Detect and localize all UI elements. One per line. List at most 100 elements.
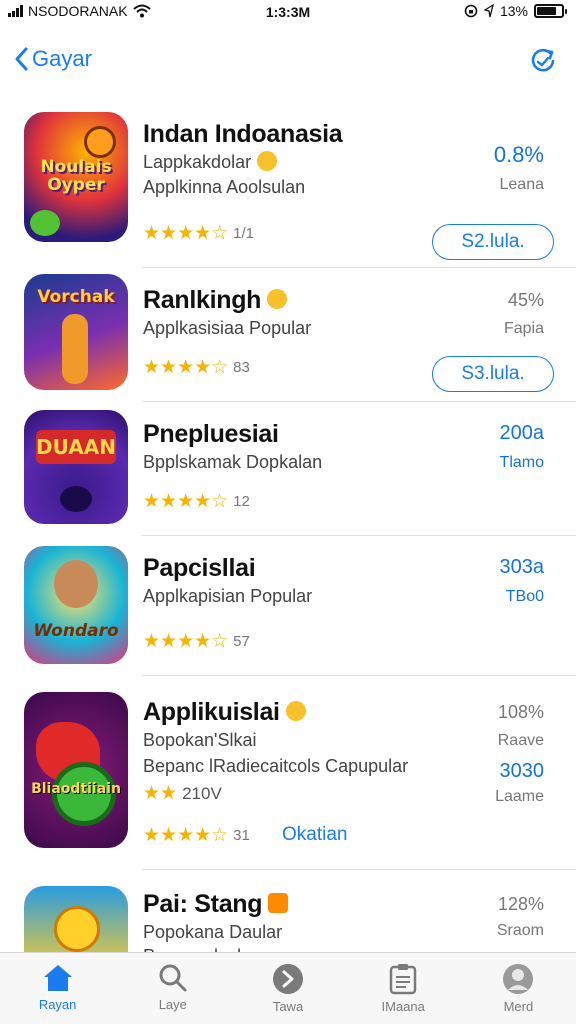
- list-item[interactable]: Bliaodtiiain Applikuislai Bopokan'Slkai …: [0, 676, 576, 870]
- star-icon: ★★★★☆: [143, 223, 229, 244]
- tab-merd[interactable]: Merd: [461, 953, 576, 1024]
- option-link[interactable]: Okatian: [282, 824, 347, 846]
- app-metric: 128%: [497, 894, 544, 914]
- app-subtitle: Lappkakdolar: [143, 151, 278, 173]
- rating-stars: ★★★★☆ 31: [143, 824, 250, 847]
- app-metric-label: TBo0: [505, 588, 544, 605]
- arrow-circle-icon: [273, 964, 303, 994]
- app-metric: 108%: [497, 702, 544, 722]
- star-icon: ★★: [143, 783, 178, 804]
- profile-icon: [503, 964, 534, 994]
- list-item[interactable]: Wondaro Papcisllai Applkapisian Popular …: [0, 536, 576, 676]
- app-metric-secondary: 3030: [499, 760, 545, 782]
- star-icon: ★★★★☆: [143, 631, 229, 652]
- app-name: Ranlkingh: [143, 286, 288, 315]
- rating-count: 1/1: [233, 225, 255, 242]
- get-button[interactable]: S2.lula.: [432, 224, 554, 260]
- rating-stars: ★★★★☆ 1/1: [143, 222, 254, 245]
- back-button[interactable]: Gayar: [14, 46, 92, 72]
- smiley-icon: [257, 151, 278, 172]
- app-name-text: Applikuislai: [143, 698, 280, 726]
- list-item[interactable]: Pai: Stang Popokana Daular Ponpoaylsal 1…: [0, 870, 576, 976]
- clipboard-icon: [389, 964, 417, 995]
- app-metric: 200a: [499, 422, 545, 444]
- battery-percent: 13%: [499, 3, 528, 19]
- rating-count: 57: [233, 633, 250, 650]
- refresh-button[interactable]: [528, 46, 558, 81]
- app-metric-label: Fapia: [503, 320, 544, 337]
- tab-tawa[interactable]: Tawa: [230, 953, 345, 1024]
- app-icon-title: Bliaodtiiain: [31, 781, 121, 797]
- play-icon: [268, 893, 289, 914]
- app-metric: 303a: [499, 556, 545, 578]
- app-metric-label: Tlamo: [499, 454, 544, 471]
- rating-count: 12: [233, 493, 250, 510]
- status-bar: NSODORANAK 1:3:3M 13%: [0, 0, 576, 26]
- app-subtitle: Applkapisian Popular: [143, 586, 313, 606]
- app-icon-title: Vorchak: [37, 287, 115, 307]
- app-icon-title: Wondaro: [33, 621, 119, 641]
- app-name-text: Ranlkingh: [143, 286, 262, 314]
- star-icon: ★★★★☆: [143, 357, 229, 378]
- app-subtitle: Applkasisiaa Popular: [143, 318, 312, 338]
- app-icon[interactable]: DUAAN: [24, 410, 128, 524]
- tab-imaana[interactable]: IMaana: [346, 953, 461, 1024]
- app-icon[interactable]: Bliaodtiiain: [24, 692, 128, 848]
- app-icon[interactable]: Vorchak: [24, 274, 128, 390]
- app-icon[interactable]: Wondaro: [24, 546, 128, 664]
- small-rating: ★★ 210V: [143, 782, 222, 805]
- app-name: Applikuislai: [143, 698, 306, 727]
- app-name: Papcisllai: [143, 554, 256, 582]
- app-subtitle: Bpplskamak Dopkalan: [143, 452, 323, 472]
- back-label: Gayar: [32, 46, 92, 71]
- app-subtitle: Bopokan'Slkai: [143, 730, 257, 750]
- app-description: Bepanc lRadiecaitcols Capupular: [143, 756, 409, 776]
- smiley-icon: [267, 289, 288, 310]
- location-icon: [483, 4, 494, 18]
- app-metric-label: Raave: [497, 732, 544, 749]
- tab-laye[interactable]: Laye: [115, 953, 230, 1024]
- app-metric-label: Sraom: [496, 922, 544, 939]
- rating-stars: ★★★★☆ 57: [143, 630, 250, 653]
- small-rating-value: 210V: [182, 783, 222, 803]
- app-metric-label: Leana: [499, 176, 545, 193]
- battery-icon: [534, 4, 567, 18]
- rating-count: 31: [233, 827, 250, 844]
- app-name: Pai: Stang: [143, 890, 289, 919]
- app-icon-title: DUAAN: [36, 435, 116, 459]
- list-item[interactable]: Noulais Oyper Indan Indoanasia Lappkakdo…: [0, 100, 576, 268]
- search-icon: [159, 964, 187, 992]
- refresh-icon: [531, 48, 555, 72]
- rating-stars: ★★★★☆ 12: [143, 490, 250, 513]
- get-button[interactable]: S3.lula.: [432, 356, 554, 392]
- app-subtitle: Popokana Daular: [143, 922, 283, 942]
- app-metric: 45%: [507, 290, 544, 310]
- tab-label: IMaana: [381, 999, 425, 1014]
- app-name: Indan Indoanasia: [143, 120, 343, 148]
- star-icon: ★★★★☆: [143, 491, 229, 512]
- app-metric-secondary-label: Laame: [495, 788, 544, 805]
- rating-count: 83: [233, 359, 250, 376]
- tab-label: Tawa: [272, 999, 304, 1014]
- tab-bar: Rayan Laye Tawa IMaana Merd: [0, 952, 576, 1024]
- list-item[interactable]: Vorchak Ranlkingh Applkasisiaa Popular ★…: [0, 268, 576, 402]
- tab-label: Laye: [158, 997, 187, 1012]
- app-metric: 0.8%: [493, 142, 544, 167]
- star-icon: ★★★★☆: [143, 825, 229, 846]
- app-name: Pnepluesiai: [143, 420, 279, 448]
- app-icon[interactable]: Noulais Oyper: [24, 112, 128, 242]
- smiley-icon: [285, 701, 306, 722]
- app-icon-title: Noulais Oyper: [40, 157, 112, 195]
- status-right: 13%: [464, 3, 567, 19]
- list-item[interactable]: DUAAN Pnepluesiai Bpplskamak Dopkalan ★★…: [0, 402, 576, 536]
- lock-rotation-icon: [464, 4, 478, 18]
- app-subtitle-text: Lappkakdolar: [143, 152, 252, 172]
- tab-rayan[interactable]: Rayan: [0, 953, 115, 1024]
- rating-stars: ★★★★☆ 83: [143, 356, 250, 379]
- tab-label: Merd: [503, 999, 534, 1014]
- app-name-text: Pai: Stang: [143, 890, 263, 918]
- navigation-bar: Gayar: [0, 38, 576, 88]
- home-icon: [43, 965, 72, 991]
- app-description: Applkinna Aoolsulan: [143, 177, 306, 197]
- chevron-left-icon: [15, 47, 28, 71]
